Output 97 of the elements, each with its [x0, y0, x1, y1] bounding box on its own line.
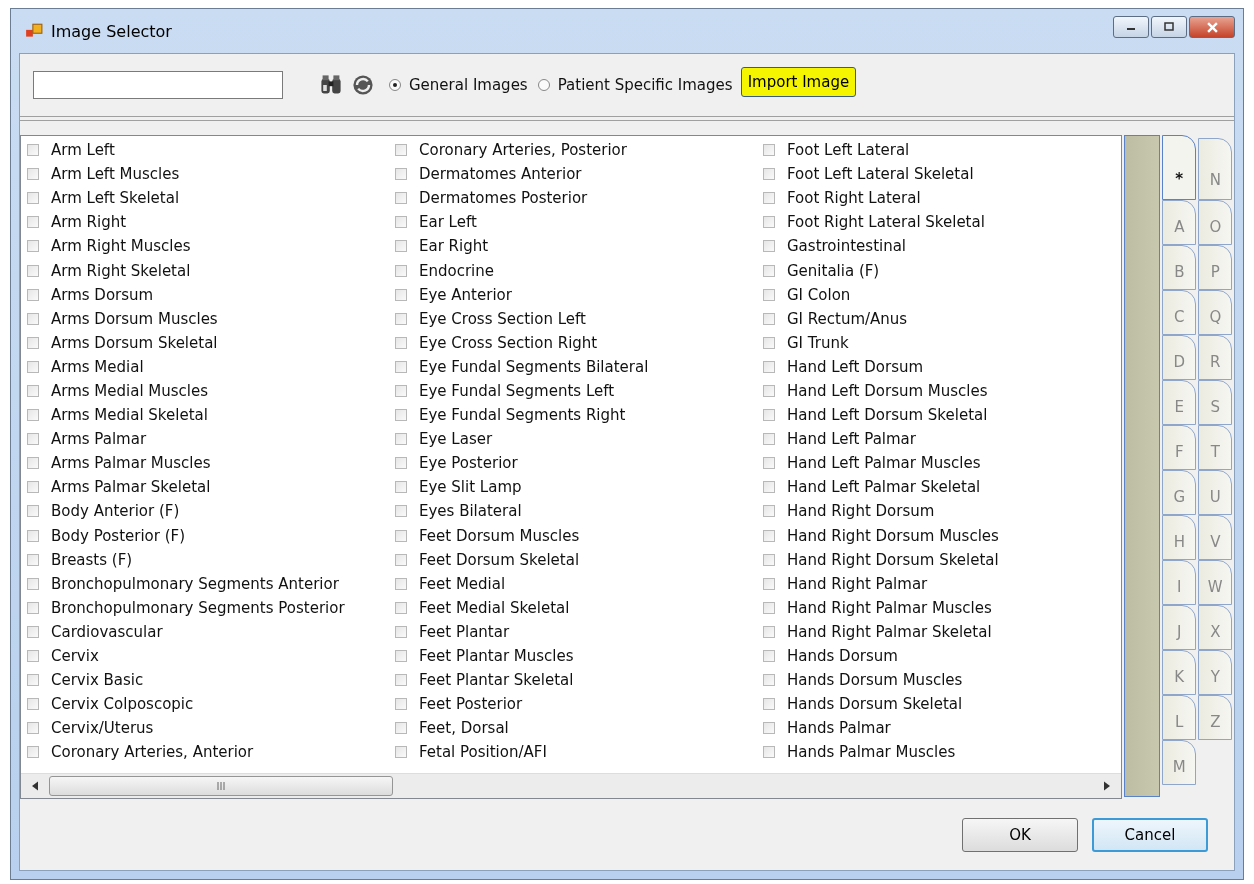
image-checkbox[interactable]: Hand Right Palmar Muscles [763, 595, 1122, 620]
image-checkbox[interactable]: Foot Left Lateral [763, 138, 1122, 163]
maximize-button[interactable] [1151, 16, 1187, 38]
image-checkbox[interactable]: Body Posterior (F) [27, 523, 395, 548]
cancel-button[interactable]: Cancel [1092, 817, 1208, 852]
image-checkbox[interactable]: Bronchopulmonary Segments Posterior [27, 595, 395, 620]
image-checkbox[interactable]: Eye Posterior [395, 451, 763, 476]
image-checkbox[interactable]: Endocrine [395, 258, 763, 283]
image-checkbox[interactable]: Body Anterior (F) [27, 499, 395, 524]
image-checkbox[interactable]: Eye Fundal Segments Right [395, 403, 763, 428]
image-checkbox[interactable]: Feet Dorsum Muscles [395, 523, 763, 548]
app-icon [25, 22, 43, 40]
image-checkbox[interactable]: Cervix Basic [27, 668, 395, 693]
image-checkbox[interactable]: Ear Left [395, 210, 763, 235]
image-checkbox[interactable]: Feet Medial Skeletal [395, 595, 763, 620]
image-checkbox[interactable]: Arms Medial Skeletal [27, 403, 395, 428]
radio-circle[interactable] [537, 79, 550, 91]
image-checkbox[interactable]: Cervix [27, 643, 395, 669]
image-checkbox[interactable]: Hand Left Dorsum Skeletal [763, 403, 1122, 428]
image-checkbox[interactable]: Cervix Colposcopic [27, 692, 395, 717]
image-checkbox[interactable]: Hands Dorsum [763, 643, 1122, 669]
image-checkbox[interactable]: Hand Right Palmar Skeletal [763, 619, 1122, 644]
image-checkbox[interactable]: Arm Left Muscles [27, 162, 395, 187]
image-checkbox[interactable]: Coronary Arteries, Posterior [395, 138, 763, 163]
refresh-icon[interactable] [351, 73, 375, 97]
image-checkbox[interactable]: Eye Cross Section Left [395, 306, 763, 331]
image-checkbox[interactable]: Arm Left Skeletal [27, 186, 395, 211]
maximize-icon [1164, 22, 1174, 32]
image-checkbox[interactable]: Hand Left Dorsum Muscles [763, 378, 1122, 404]
image-checkbox[interactable]: Hand Left Dorsum [763, 354, 1122, 379]
image-checkbox[interactable]: Arms Dorsum Muscles [27, 306, 395, 331]
image-checkbox[interactable]: Hand Left Palmar Skeletal [763, 475, 1122, 500]
image-checkbox[interactable]: Eyes Bilateral [395, 499, 763, 524]
image-checkbox[interactable]: GI Colon [763, 282, 1122, 307]
image-checkbox[interactable]: Breasts (F) [27, 547, 395, 572]
image-checkbox[interactable]: Bronchopulmonary Segments Anterior [27, 571, 395, 596]
image-checkbox[interactable]: Eye Anterior [395, 282, 763, 307]
horizontal-scrollbar[interactable] [21, 773, 1122, 798]
image-checkbox[interactable]: Hands Dorsum Muscles [763, 668, 1122, 693]
image-checkbox[interactable]: Feet Medial [395, 571, 763, 596]
image-checkbox[interactable]: Eye Fundal Segments Left [395, 378, 763, 404]
scrollbar-thumb[interactable] [49, 776, 393, 796]
image-checkbox[interactable]: Feet Posterior [395, 692, 763, 717]
image-checkbox[interactable]: Eye Slit Lamp [395, 475, 763, 500]
image-checkbox[interactable]: Hand Left Palmar [763, 427, 1122, 452]
image-checkbox[interactable]: Eye Laser [395, 427, 763, 452]
image-checkbox[interactable]: Arm Right Muscles [27, 234, 395, 259]
image-source-radio[interactable]: General Images [389, 76, 528, 94]
image-checkbox[interactable]: Feet Plantar Skeletal [395, 668, 763, 693]
image-checkbox[interactable]: Feet Plantar Muscles [395, 643, 763, 669]
radio-circle[interactable] [389, 79, 401, 91]
image-source-radio[interactable]: Patient Specific Images [537, 76, 733, 94]
image-checkbox[interactable]: Dermatomes Posterior [395, 186, 763, 211]
index-tab[interactable]: * [1162, 135, 1197, 200]
ok-button[interactable]: OK [962, 817, 1078, 852]
image-checkbox[interactable]: GI Rectum/Anus [763, 306, 1122, 331]
close-icon [1206, 21, 1218, 33]
image-checkbox[interactable]: Foot Left Lateral Skeletal [763, 162, 1122, 187]
image-checkbox[interactable]: Eye Cross Section Right [395, 330, 763, 355]
image-checkbox[interactable]: Hands Dorsum Skeletal [763, 692, 1122, 717]
search-field[interactable] [33, 71, 283, 99]
image-checkbox[interactable]: Foot Right Lateral [763, 186, 1122, 211]
image-checkbox[interactable]: Feet, Dorsal [395, 716, 763, 741]
window-title: Image Selector [51, 21, 172, 41]
image-checkbox[interactable]: Hand Right Dorsum Skeletal [763, 547, 1122, 572]
image-checkbox[interactable]: Cardiovascular [27, 619, 395, 644]
image-checkbox[interactable]: Arms Palmar [27, 427, 395, 452]
image-checkbox[interactable]: Arms Medial [27, 354, 395, 379]
image-checkbox[interactable]: Arms Dorsum Skeletal [27, 330, 395, 355]
image-checkbox[interactable]: Genitalia (F) [763, 258, 1122, 283]
image-checkbox[interactable]: Hands Palmar Muscles [763, 740, 1122, 765]
image-checkbox[interactable]: Hand Right Dorsum [763, 499, 1122, 524]
image-checkbox[interactable]: Cervix/Uterus [27, 716, 395, 741]
image-checkbox[interactable]: Fetal Position/AFI [395, 740, 763, 765]
image-checkbox[interactable]: Hand Right Dorsum Muscles [763, 523, 1122, 548]
image-checkbox[interactable]: Ear Right [395, 234, 763, 259]
image-checkbox[interactable]: Arm Right Skeletal [27, 258, 395, 283]
image-checkbox[interactable]: Coronary Arteries, Anterior [27, 740, 395, 765]
image-checkbox[interactable]: Arm Right [27, 210, 395, 235]
image-checkbox[interactable]: Foot Right Lateral Skeletal [763, 210, 1122, 235]
image-checkbox[interactable]: Hands Palmar [763, 716, 1122, 741]
image-checkbox[interactable]: Arms Dorsum [27, 282, 395, 307]
image-checkbox[interactable]: Arms Palmar Muscles [27, 451, 395, 476]
image-checkbox[interactable]: Feet Plantar [395, 619, 763, 644]
image-checkbox[interactable]: Eye Fundal Segments Bilateral [395, 354, 763, 379]
close-button[interactable] [1189, 16, 1235, 38]
minimize-button[interactable] [1113, 16, 1149, 38]
image-checkbox[interactable]: Hand Right Palmar [763, 571, 1122, 596]
image-checkbox[interactable]: GI Trunk [763, 330, 1122, 355]
image-checkbox[interactable]: Gastrointestinal [763, 234, 1122, 259]
image-checkbox[interactable]: Hand Left Palmar Muscles [763, 451, 1122, 476]
image-checkbox[interactable]: Arm Left [27, 138, 395, 163]
image-checkbox[interactable]: Arms Palmar Skeletal [27, 475, 395, 500]
import-image-button[interactable]: Import Image [740, 67, 857, 97]
image-checkbox[interactable]: Dermatomes Anterior [395, 162, 763, 187]
image-checkbox[interactable]: Feet Dorsum Skeletal [395, 547, 763, 572]
image-checkbox[interactable]: Arms Medial Muscles [27, 378, 395, 404]
